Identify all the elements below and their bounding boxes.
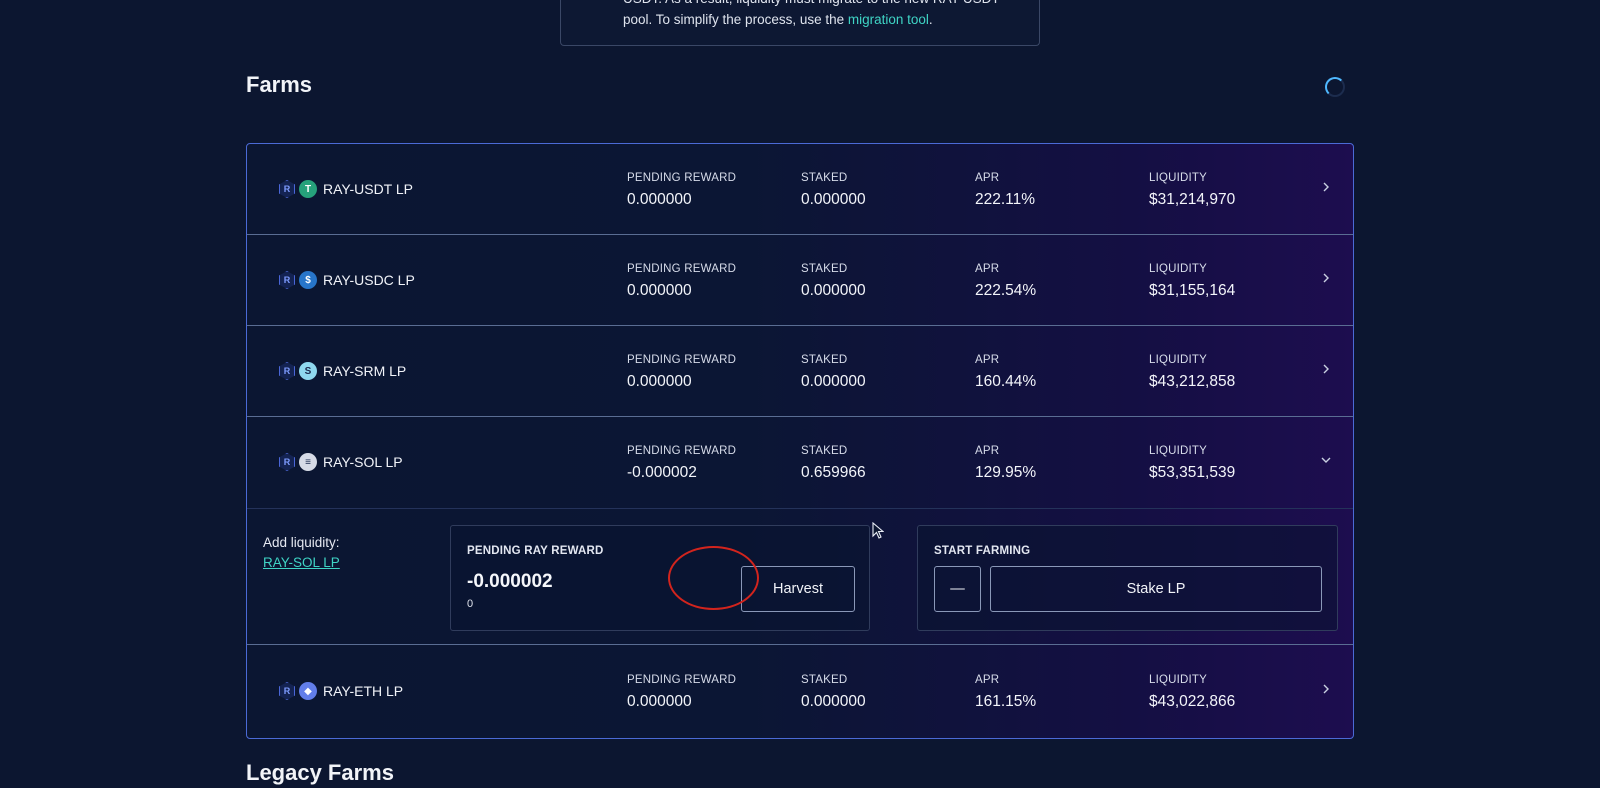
start-farming-card: START FARMING — Stake LP — [917, 525, 1338, 631]
farm-row-ray-sol[interactable]: R ≡ RAY-SOL LP PENDING REWARD -0.000002 … — [247, 417, 1353, 508]
staked: STAKED 0.000000 — [801, 354, 866, 390]
farm-pair: R S RAY-SRM LP — [279, 362, 406, 380]
liquidity: LIQUIDITY $43,212,858 — [1149, 354, 1236, 390]
liquidity: LIQUIDITY $31,214,970 — [1149, 172, 1236, 208]
chevron-right-icon[interactable] — [1319, 271, 1333, 285]
unstake-button[interactable]: — — [934, 566, 981, 612]
farm-pair: R $ RAY-USDC LP — [279, 271, 415, 289]
ray-icon: R — [279, 362, 295, 380]
chevron-right-icon[interactable] — [1319, 682, 1333, 696]
pending-reward: PENDING REWARD 0.000000 — [627, 354, 737, 390]
migration-notice: USDT. As a result, liquidity must migrat… — [560, 0, 1040, 46]
legacy-farms-title: Legacy Farms — [246, 760, 394, 785]
stake-lp-button[interactable]: Stake LP — [990, 566, 1322, 612]
chevron-down-icon[interactable] — [1319, 453, 1333, 467]
farm-pair: R ≡ RAY-SOL LP — [279, 453, 403, 471]
pending-reward: PENDING REWARD 0.000000 — [627, 172, 737, 208]
ray-icon: R — [279, 271, 295, 289]
farms-title: Farms — [246, 72, 313, 97]
farm-row-ray-usdc[interactable]: R $ RAY-USDC LP PENDING REWARD 0.000000 … — [247, 235, 1353, 326]
farm-row-ray-usdt[interactable]: R T RAY-USDT LP PENDING REWARD 0.000000 … — [247, 144, 1353, 235]
liquidity: LIQUIDITY $53,351,539 — [1149, 445, 1236, 481]
farm-pair: R ◆ RAY-ETH LP — [279, 682, 403, 700]
farm-name: RAY-USDC LP — [323, 272, 415, 288]
pending-reward: PENDING REWARD -0.000002 — [627, 445, 737, 481]
loading-spinner-icon — [1325, 77, 1345, 97]
chevron-right-icon[interactable] — [1319, 180, 1333, 194]
staked: STAKED 0.000000 — [801, 172, 866, 208]
eth-icon: ◆ — [299, 682, 317, 700]
farms-list: R T RAY-USDT LP PENDING REWARD 0.000000 … — [246, 143, 1354, 739]
farm-name: RAY-ETH LP — [323, 683, 404, 699]
apr: APR 222.11% — [975, 172, 1036, 208]
usdc-icon: $ — [299, 271, 317, 289]
staked: STAKED 0.000000 — [801, 263, 866, 299]
staked: STAKED 0.000000 — [801, 674, 866, 710]
farm-pair: R T RAY-USDT LP — [279, 180, 413, 198]
usdt-icon: T — [299, 180, 317, 198]
notice-text-line2: pool. To simplify the process, use the m… — [623, 12, 933, 27]
pending-ray-value: -0.000002 — [467, 571, 553, 592]
ray-icon: R — [279, 682, 295, 700]
mouse-cursor-icon — [872, 521, 885, 545]
liquidity: LIQUIDITY $31,155,164 — [1149, 263, 1236, 299]
sol-icon: ≡ — [299, 453, 317, 471]
chevron-right-icon[interactable] — [1319, 362, 1333, 376]
farm-name: RAY-USDT LP — [323, 181, 413, 197]
add-liquidity: Add liquidity: RAY-SOL LP — [263, 533, 340, 573]
ray-icon: R — [279, 453, 295, 471]
farm-row-ray-eth[interactable]: R ◆ RAY-ETH LP PENDING REWARD 0.000000 S… — [247, 646, 1353, 737]
farm-name: RAY-SOL LP — [323, 454, 403, 470]
pending-ray-usd: 0 — [467, 598, 474, 610]
annotation-circle — [668, 546, 759, 610]
farm-name: RAY-SRM LP — [323, 363, 407, 379]
apr: APR 161.15% — [975, 674, 1037, 710]
notice-text-line1: USDT. As a result, liquidity must migrat… — [623, 0, 1039, 9]
apr: APR 222.54% — [975, 263, 1037, 299]
farm-row-ray-srm[interactable]: R S RAY-SRM LP PENDING REWARD 0.000000 S… — [247, 326, 1353, 417]
pending-ray-reward-card: PENDING RAY REWARD -0.000002 0 Harvest — [450, 525, 870, 631]
apr: APR 129.95% — [975, 445, 1037, 481]
pending-reward: PENDING REWARD 0.000000 — [627, 263, 737, 299]
liquidity: LIQUIDITY $43,022,866 — [1149, 674, 1236, 710]
add-liquidity-link[interactable]: RAY-SOL LP — [263, 553, 340, 573]
pending-reward: PENDING REWARD 0.000000 — [627, 674, 737, 710]
ray-icon: R — [279, 180, 295, 198]
farm-details-ray-sol: Add liquidity: RAY-SOL LP PENDING RAY RE… — [247, 508, 1353, 645]
apr: APR 160.44% — [975, 354, 1037, 390]
migration-tool-link[interactable]: migration tool — [848, 12, 929, 27]
srm-icon: S — [299, 362, 317, 380]
staked: STAKED 0.659966 — [801, 445, 866, 481]
